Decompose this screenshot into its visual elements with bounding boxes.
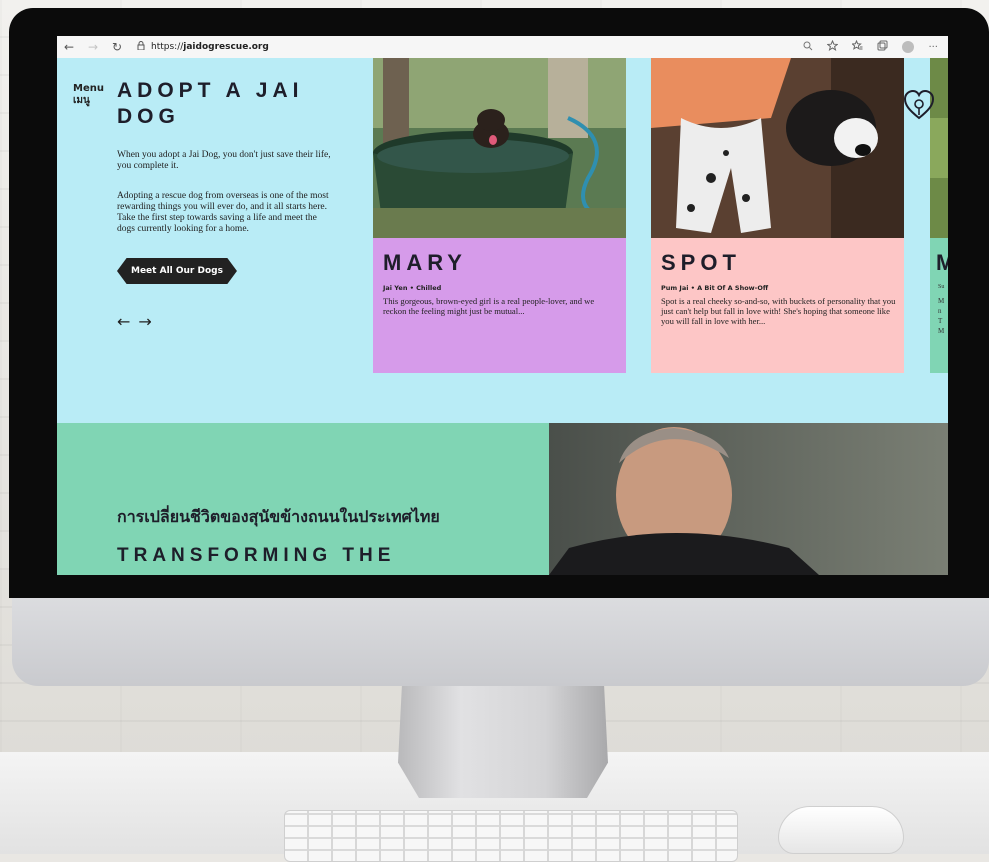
browser-actions: ··· <box>803 39 948 54</box>
dog-card-body: M Su M n T M <box>930 238 948 373</box>
star-icon[interactable] <box>826 39 840 54</box>
browser-toolbar: ← → ↻ https://jaidogrescue.org ··· <box>57 36 948 59</box>
more-icon[interactable]: ··· <box>928 42 938 53</box>
intro-paragraph-2: Adopting a rescue dog from overseas is o… <box>117 191 329 234</box>
dog-name: MARY <box>383 250 467 275</box>
transforming-section: การเปลี่ยนชีวิตของสุนัขข้างถนนในประเทศไท… <box>57 423 948 575</box>
keyboard <box>284 810 738 862</box>
founder-photo <box>549 423 948 575</box>
jai-dog-logo[interactable] <box>903 88 935 120</box>
dog-photo-partial <box>930 58 948 238</box>
dog-name: M <box>936 250 948 275</box>
arrow-right-icon[interactable]: → <box>138 312 151 331</box>
forward-icon[interactable]: → <box>81 40 105 54</box>
dog-card-body: SPOT Pum Jai • A Bit Of A Show-Off Spot … <box>651 238 904 373</box>
back-icon[interactable]: ← <box>57 40 81 54</box>
dog-card-mary[interactable]: MARY Jai Yen • Chilled This gorgeous, br… <box>373 58 626 373</box>
monitor-stand <box>398 680 608 798</box>
dog-personality-tag: Jai Yen • Chilled <box>383 284 442 292</box>
transforming-text-panel: การเปลี่ยนชีวิตของสุนัขข้างถนนในประเทศไท… <box>57 423 549 575</box>
dog-personality-tag: Su <box>938 284 945 290</box>
dog-photo-mary <box>373 58 626 238</box>
dog-description: M n T M <box>938 297 945 335</box>
mouse <box>778 806 904 854</box>
dog-card-body: MARY Jai Yen • Chilled This gorgeous, br… <box>373 238 626 373</box>
profile-avatar[interactable] <box>902 41 915 53</box>
collections-icon[interactable] <box>877 40 888 54</box>
dog-card-spot[interactable]: SPOT Pum Jai • A Bit Of A Show-Off Spot … <box>651 58 904 373</box>
reload-icon[interactable]: ↻ <box>105 40 129 54</box>
meet-all-dogs-button[interactable]: Meet All Our Dogs <box>117 258 237 284</box>
url-host: jaidogrescue.org <box>183 42 269 52</box>
monitor-screen: ← → ↻ https://jaidogrescue.org ··· Menu … <box>57 36 948 575</box>
dog-photo-spot <box>651 58 904 238</box>
arrow-left-icon[interactable]: ← <box>117 312 130 331</box>
thai-heading: การเปลี่ยนชีวิตของสุนัขข้างถนนในประเทศไท… <box>117 507 440 526</box>
web-page: Menu เมนู ADOPT A JAI DOG When you adopt… <box>57 58 948 575</box>
monitor-chin <box>12 594 989 686</box>
zoom-icon[interactable] <box>803 41 813 54</box>
adopt-hero-section: Menu เมนู ADOPT A JAI DOG When you adopt… <box>57 58 948 423</box>
menu-label-th: เมนู <box>73 95 90 106</box>
page-title: ADOPT A JAI DOG <box>117 79 304 128</box>
url-scheme: https:// <box>151 42 184 52</box>
carousel-arrows: ← → <box>117 312 152 331</box>
address-bar[interactable]: https://jaidogrescue.org <box>151 42 269 52</box>
favorites-icon[interactable] <box>851 39 863 54</box>
menu-button[interactable]: Menu เมนู <box>73 83 104 107</box>
dog-description: Spot is a real cheeky so-and-so, with bu… <box>661 296 896 326</box>
dog-description: This gorgeous, brown-eyed girl is a real… <box>383 296 595 316</box>
section-heading: TRANSFORMING THE <box>117 545 396 566</box>
menu-label-en: Menu <box>73 83 104 94</box>
dog-personality-tag: Pum Jai • A Bit Of A Show-Off <box>661 284 769 292</box>
intro-paragraph-1: When you adopt a Jai Dog, you don't just… <box>117 150 331 171</box>
dog-name: SPOT <box>661 250 741 275</box>
lock-icon <box>137 41 145 53</box>
